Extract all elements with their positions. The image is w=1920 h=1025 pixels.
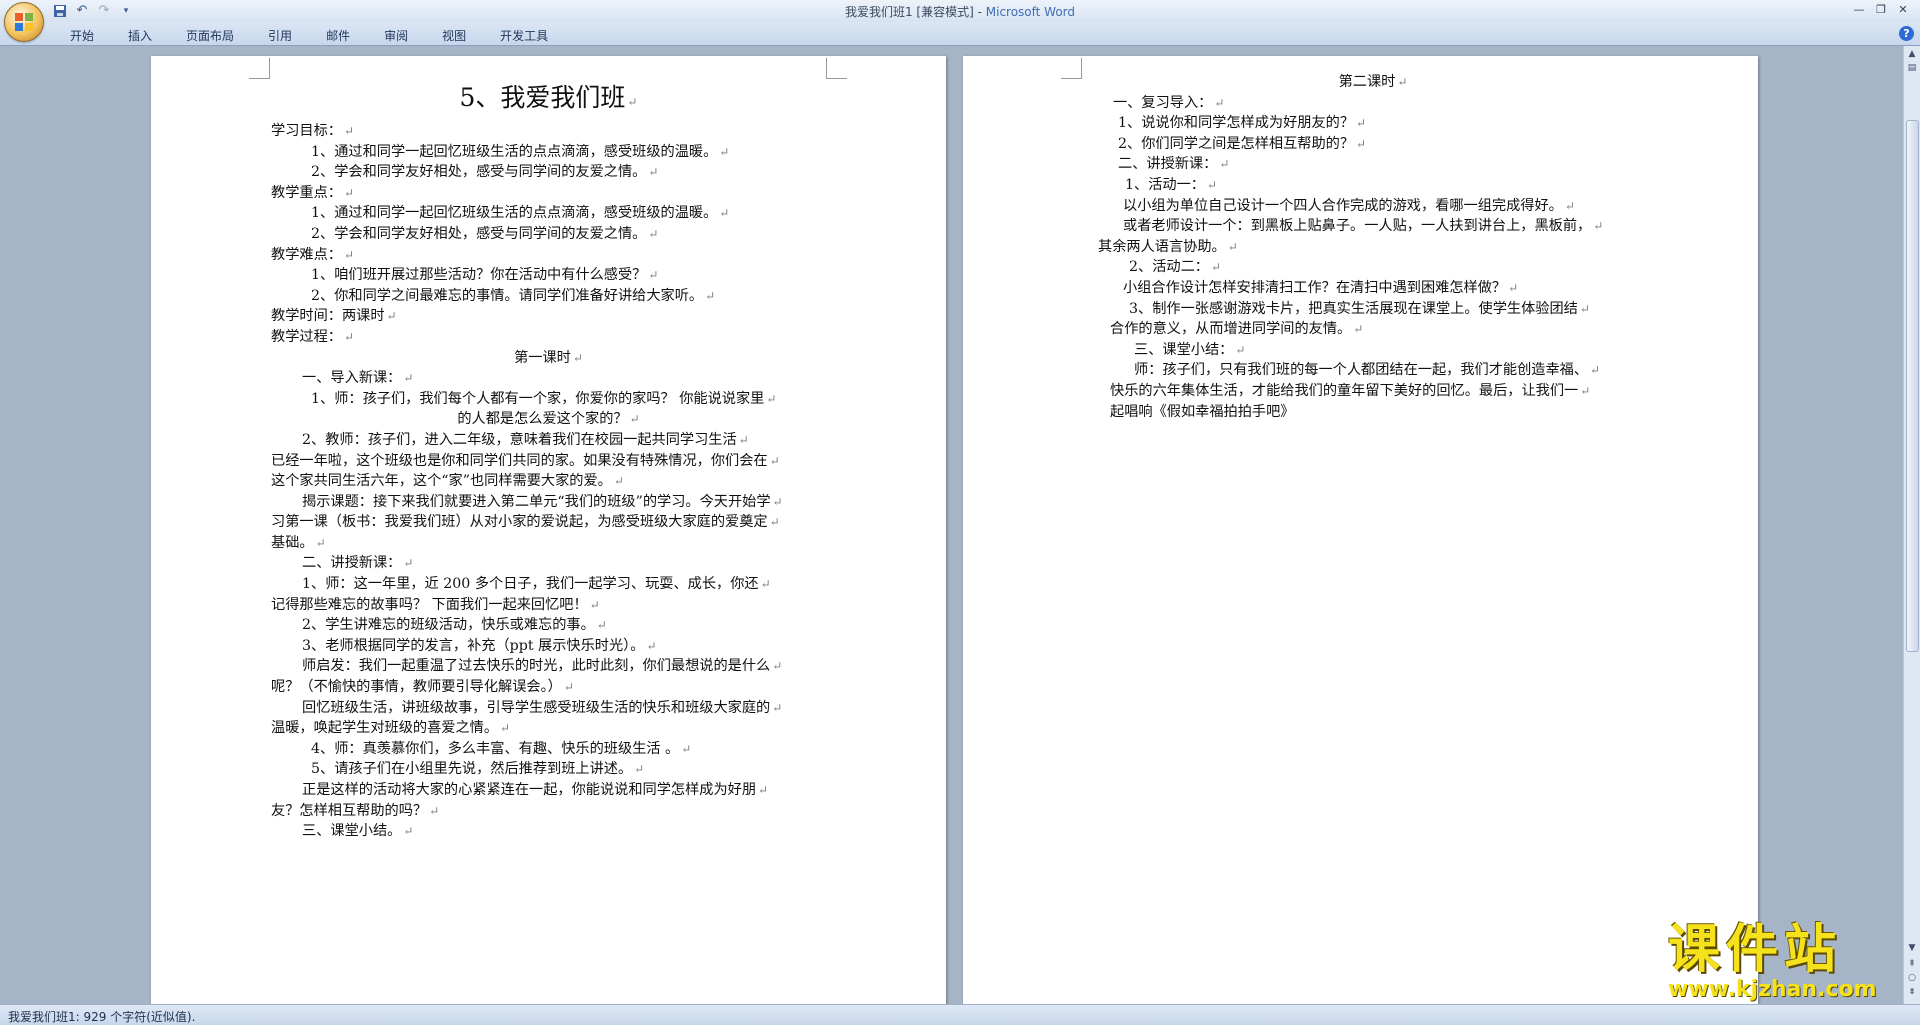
- paragraph: 师：孩子们，只有我们班的每一个人都团结在一起，我们才能创造幸福、 ↵: [1134, 362, 1601, 379]
- paragraph: 教学难点： ↵: [271, 246, 355, 263]
- document-title: 5、我爱我们班 ↵: [459, 83, 638, 112]
- paragraph: 1、师：孩子们，我们每个人都有一个家，你爱你的家吗？ 你能说说家里 ↵: [311, 390, 777, 407]
- paragraph: 一、复习导入： ↵: [1113, 94, 1225, 111]
- paragraph: 第一课时 ↵: [514, 349, 583, 366]
- close-icon[interactable]: ✕: [1892, 0, 1914, 18]
- paragraph: 1、活动一： ↵: [1125, 176, 1218, 193]
- paragraph: 一、导入新课： ↵: [302, 370, 414, 387]
- paragraph: 2、学会和同学友好相处，感受与同学间的友爱之情。 ↵: [311, 164, 659, 181]
- ribbon-tab[interactable]: 插入: [118, 25, 162, 46]
- window-title-app: Microsoft Word: [985, 5, 1076, 19]
- scroll-thumb[interactable]: [1906, 120, 1919, 652]
- paragraph: 2、教师：孩子们，进入二年级，意味着我们在校园一起共同学习生活 ↵: [302, 431, 749, 448]
- page-2-text[interactable]: 第二课时 ↵ 一、复习导入： ↵ 1、说说你和同学怎样成为好朋友的？ ↵ 2、你们同学之间是…: [1098, 72, 1648, 422]
- word-count-status[interactable]: 我爱我们班1: 929 个字符(近似值).: [8, 1008, 195, 1025]
- ribbon-tab[interactable]: 视图: [432, 25, 476, 46]
- next-page-icon[interactable]: ⇟: [1906, 986, 1918, 998]
- word-window: ↶ ↷ ▾ 我爱我们班1 [兼容模式] - Microsoft Word — ❐…: [0, 0, 1920, 1025]
- paragraph: 合作的意义，从而增进同学间的友情。 ↵: [1110, 321, 1364, 338]
- office-button[interactable]: [4, 2, 44, 42]
- title-bar: ↶ ↷ ▾ 我爱我们班1 [兼容模式] - Microsoft Word — ❐…: [0, 0, 1920, 42]
- ribbon-tab[interactable]: 开始: [60, 25, 104, 46]
- watermark-url: www.kjzhan.com: [1668, 977, 1877, 1002]
- ribbon-tab[interactable]: 引用: [258, 25, 302, 46]
- paragraph: 三、课堂小结： ↵: [1134, 341, 1246, 358]
- paragraph: 2、学生讲难忘的班级活动，快乐或难忘的事。 ↵: [302, 617, 607, 634]
- document-workspace[interactable]: 5、我爱我们班 ↵ 学习目标： ↵ 1、通过和同学一起回忆班级生活的点点滴滴，感受班级…: [0, 46, 1904, 1004]
- paragraph: 正是这样的活动将大家的心紧紧连在一起，你能说说和同学怎样成为好朋 ↵: [302, 782, 769, 798]
- paragraph: 温暖，唤起学生对班级的喜爱之情。 ↵: [271, 720, 511, 737]
- previous-page-icon[interactable]: ⇞: [1906, 958, 1918, 970]
- paragraph: 3、制作一张感谢游戏卡片，把真实生活展现在课堂上。使学生体验团结 ↵: [1129, 300, 1590, 317]
- margin-corner-mark: [1061, 58, 1082, 79]
- paragraph: 以小组为单位自己设计一个四人合作完成的游戏，看哪一组完成得好。 ↵: [1123, 197, 1575, 214]
- paragraph: 4、师：真羡慕你们，多么丰富、有趣、快乐的班级生活 。 ↵: [311, 740, 692, 757]
- paragraph: 呢？（不愉快的事情，教师要引导化解误会。） ↵: [271, 679, 574, 696]
- margin-corner-mark: [249, 58, 270, 79]
- paragraph: 二、讲授新课： ↵: [302, 555, 414, 572]
- paragraph: 这个家共同生活六年，这个“家”也同样需要大家的爱。 ↵: [271, 473, 624, 490]
- paragraph: 习第一课（板书：我爱我们班）从对小家的爱说起，为感受班级大家庭的爱奠定 ↵: [271, 514, 780, 531]
- paragraph: 友？怎样相互帮助的吗？ ↵: [271, 802, 440, 819]
- paragraph: 2、你和同学之间最难忘的事情。请同学们准备好讲给大家听。 ↵: [311, 287, 716, 304]
- ribbon-tab[interactable]: 页面布局: [176, 25, 244, 46]
- office-logo-icon: [15, 13, 33, 31]
- paragraph: 小组合作设计怎样安排清扫工作？在清扫中遇到困难怎样做？ ↵: [1123, 279, 1519, 296]
- paragraph: 的人都是怎么爱这个家的？ ↵: [457, 411, 640, 428]
- paragraph: 2、你们同学之间是怎样相互帮助的？ ↵: [1118, 135, 1367, 152]
- paragraph: 1、通过和同学一起回忆班级生活的点点滴滴，感受班级的温暖。 ↵: [311, 143, 730, 160]
- paragraph: 快乐的六年集体生活，才能给我们的童年留下美好的回忆。最后，让我们一 ↵: [1110, 382, 1591, 399]
- paragraph: 记得那些难忘的故事吗？ 下面我们一起来回忆吧！ ↵: [271, 596, 600, 613]
- paragraph: 1、师：这一年里，近 200 多个日子，我们一起学习、玩耍、成长，你还 ↵: [302, 576, 771, 593]
- paragraph: 或者老师设计一个：到黑板上贴鼻子。一人贴，一人扶到讲台上，黑板前， ↵: [1123, 218, 1604, 235]
- paragraph: 2、活动二： ↵: [1129, 259, 1222, 276]
- restore-icon[interactable]: ❐: [1870, 0, 1892, 18]
- paragraph: 回忆班级生活，讲班级故事，引导学生感受班级生活的快乐和班级大家庭的 ↵: [302, 699, 783, 716]
- status-bar: 我爱我们班1: 929 个字符(近似值).: [0, 1004, 1920, 1025]
- paragraph: 教学重点： ↵: [271, 184, 355, 201]
- minimize-icon[interactable]: —: [1848, 0, 1870, 18]
- ribbon-tab-bar: 开始 插入 页面布局 引用 邮件 审阅 视图 开发工具 ?: [0, 22, 1920, 46]
- browse-object-icon[interactable]: ○: [1906, 972, 1918, 984]
- scroll-up-icon[interactable]: ▲: [1906, 48, 1918, 60]
- paragraph: 揭示课题：接下来我们就要进入第二单元“我们的班级”的学习。今天开始学 ↵: [302, 493, 783, 510]
- help-icon[interactable]: ?: [1899, 26, 1914, 41]
- paragraph: 教学时间：两课时 ↵: [271, 308, 397, 325]
- paragraph: 3、老师根据同学的发言，补充（ppt 展示快乐时光）。 ↵: [302, 637, 657, 654]
- paragraph: 其余两人语言协助。 ↵: [1098, 238, 1238, 255]
- window-title: 我爱我们班1 [兼容模式] - Microsoft Word: [0, 3, 1920, 20]
- page-1-text[interactable]: 5、我爱我们班 ↵ 学习目标： ↵ 1、通过和同学一起回忆班级生活的点点滴滴，感受班级…: [271, 80, 826, 842]
- paragraph: 已经一年啦，这个班级也是你和同学们共同的家。如果没有特殊情况，你们会在 ↵: [271, 452, 780, 469]
- scroll-down-icon[interactable]: ▼: [1906, 942, 1918, 954]
- paragraph: 1、说说你和同学怎样成为好朋友的？ ↵: [1118, 115, 1367, 132]
- paragraph: 教学过程： ↵: [271, 328, 355, 345]
- kjzhan-watermark-logo: 课件站 www.kjzhan.com: [1668, 922, 1904, 1008]
- paragraph: 师启发：我们一起重温了过去快乐的时光，此时此刻，你们最想说的是什么 ↵: [302, 658, 783, 675]
- paragraph: 2、学会和同学友好相处，感受与同学间的友爱之情。 ↵: [311, 225, 659, 242]
- paragraph: 第二课时 ↵: [1338, 74, 1408, 90]
- paragraph: 三、课堂小结。 ↵: [302, 823, 414, 840]
- watermark-title: 课件站: [1668, 920, 1843, 980]
- vertical-scrollbar[interactable]: ▲ ▤ ▼ ⇞ ○ ⇟: [1903, 46, 1920, 1004]
- ribbon-tab[interactable]: 开发工具: [490, 25, 558, 46]
- margin-corner-mark: [826, 58, 847, 79]
- ribbon-tab[interactable]: 邮件: [316, 25, 360, 46]
- ruler-toggle-icon[interactable]: ▤: [1906, 62, 1918, 74]
- document-page-1[interactable]: 5、我爱我们班 ↵ 学习目标： ↵ 1、通过和同学一起回忆班级生活的点点滴滴，感受班级…: [151, 56, 946, 1004]
- document-page-2[interactable]: 第二课时 ↵ 一、复习导入： ↵ 1、说说你和同学怎样成为好朋友的？ ↵ 2、你们同学之间是…: [963, 56, 1758, 1004]
- ribbon-tabs: 开始 插入 页面布局 引用 邮件 审阅 视图 开发工具: [60, 25, 572, 46]
- ribbon-tab[interactable]: 审阅: [374, 25, 418, 46]
- paragraph: 起唱响《假如幸福拍拍手吧》: [1110, 403, 1295, 420]
- window-title-doc: 我爱我们班1 [兼容模式] -: [844, 5, 986, 19]
- paragraph: 5、请孩子们在小组里先说，然后推荐到班上讲述。 ↵: [311, 761, 645, 778]
- paragraph: 二、讲授新课： ↵: [1118, 156, 1230, 173]
- paragraph: 学习目标： ↵: [271, 123, 355, 139]
- paragraph: 基础。 ↵: [271, 534, 326, 551]
- paragraph: 1、咱们班开展过那些活动？你在活动中有什么感受？ ↵: [311, 267, 659, 284]
- window-controls: — ❐ ✕: [1848, 0, 1914, 18]
- paragraph: 1、通过和同学一起回忆班级生活的点点滴滴，感受班级的温暖。 ↵: [311, 205, 730, 222]
